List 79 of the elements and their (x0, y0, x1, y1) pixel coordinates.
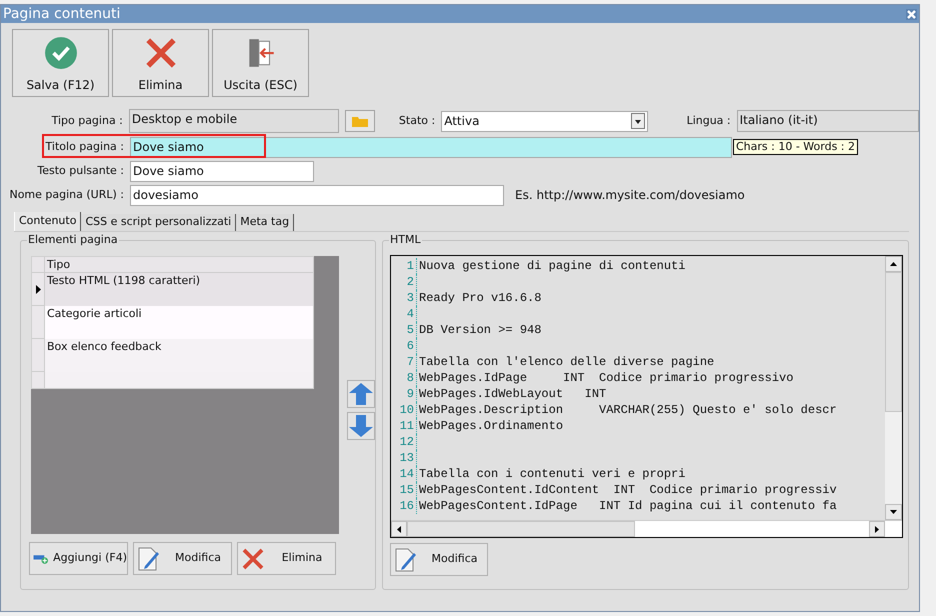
line-number: 12 (400, 434, 414, 450)
scroll-up-icon (890, 262, 897, 266)
code-line: Nuova gestione di pagine di contenuti (418, 258, 686, 274)
line-number: 16 (400, 498, 414, 514)
readonly-field[interactable]: Desktop e mobile (128, 109, 340, 133)
code-line: WebPages.Ordinamento (418, 418, 564, 434)
code-line: DB Version >= 948 (418, 322, 542, 338)
cross-icon (241, 546, 265, 570)
current-row-icon (36, 284, 40, 294)
toolbar-button[interactable]: Uscita (ESC) (212, 29, 309, 97)
row-selector[interactable] (32, 273, 45, 306)
edit-document-icon (137, 546, 161, 572)
code-line: WebPagesContent.IdContent INT Codice primario progressiv (418, 482, 837, 498)
group-title: Elementi pagina (27, 233, 119, 247)
line-number: 2 (406, 274, 414, 290)
line-number: 9 (406, 386, 414, 402)
url-input[interactable]: dovesiamo (130, 184, 504, 206)
field-label: Lingua : (686, 112, 731, 129)
move-down-button[interactable] (347, 412, 375, 440)
code-line: WebPages.IdPage INT Codice primario progressivo (418, 370, 794, 386)
line-number: 1 (406, 258, 414, 274)
grid-row[interactable]: Categorie articoli (32, 306, 313, 339)
edit-html-button[interactable]: Modifica (390, 543, 488, 576)
line-number: 5 (406, 322, 414, 338)
field-label: Titolo pagina : (46, 138, 124, 155)
field-label: Testo pulsante : (37, 162, 124, 179)
code-line: WebPages.Description VARCHAR(255) Questo e' solo descr (418, 402, 837, 418)
toolbar-button[interactable]: Elimina (112, 29, 209, 97)
button-text-input[interactable]: Dove siamo (130, 160, 314, 182)
line-number: 7 (406, 354, 414, 370)
code-line: WebPages.IdWebLayout INT (418, 386, 606, 402)
grid-cell-text: Categorie articoli (46, 306, 142, 322)
code-line: Tabella con l'elenco delle diverse pagine (418, 354, 714, 370)
edit-document-icon (394, 546, 418, 572)
line-number: 10 (400, 402, 414, 418)
arrow-down-icon (349, 415, 373, 437)
checkmark-icon (44, 36, 78, 70)
cross-icon (144, 36, 178, 70)
folder-button[interactable] (345, 110, 375, 132)
line-number: 15 (400, 482, 414, 498)
move-up-button[interactable] (347, 380, 375, 408)
tab[interactable]: Meta tag (236, 214, 294, 231)
line-number: 14 (400, 466, 414, 482)
window-title: Pagina contenuti (3, 5, 120, 23)
url-hint: Es. http://www.mysite.com/dovesiamo (515, 187, 745, 204)
code-line: Ready Pro v16.6.8 (418, 290, 542, 306)
code-line: WebPagesContent.IdPage INT Id pagina cui il contenuto fa (418, 498, 837, 514)
tab[interactable]: Contenuto (14, 212, 82, 231)
counter-tooltip: Chars : 10 - Words : 2 (733, 139, 858, 155)
horizontal-scrollbar[interactable] (391, 520, 902, 537)
scroll-left-icon (397, 526, 401, 532)
line-number: 6 (406, 338, 414, 354)
folder-icon (352, 116, 368, 126)
line-number: 4 (406, 306, 414, 322)
grid-cell-text: Box elenco feedback (46, 339, 162, 355)
action-button[interactable]: Modifica (133, 542, 232, 575)
column-header[interactable]: Tipo (45, 257, 70, 272)
grid-cell-text: Testo HTML (1198 caratteri) (46, 273, 200, 289)
vertical-scrollbar[interactable] (885, 256, 902, 520)
field-label: Nome pagina (URL) : (9, 186, 124, 203)
grid-row[interactable]: Testo HTML (1198 caratteri) (32, 273, 313, 306)
close-icon[interactable] (906, 8, 917, 20)
title-input[interactable]: Dove siamo (130, 136, 732, 158)
code-line: Tabella con i contenuti veri e propri (418, 466, 686, 482)
line-number: 8 (406, 370, 414, 386)
status-dropdown[interactable]: Attiva (441, 110, 648, 132)
toolbar-button[interactable]: Salva (F12) (12, 29, 109, 97)
line-number: 11 (400, 418, 414, 434)
line-number: 3 (406, 290, 414, 306)
scroll-right-icon (875, 526, 879, 532)
readonly-field[interactable]: Italiano (it-it) (736, 110, 920, 132)
tab[interactable]: CSS e script personalizzati (81, 214, 236, 231)
field-label: Stato : (398, 112, 436, 129)
action-button[interactable]: Elimina (237, 542, 336, 575)
field-label: Tipo pagina : (52, 112, 123, 129)
arrow-up-icon (349, 383, 373, 405)
line-number: 13 (400, 450, 414, 466)
scroll-down-icon (890, 510, 897, 514)
action-button[interactable]: Aggiungi (F4) (29, 542, 128, 575)
